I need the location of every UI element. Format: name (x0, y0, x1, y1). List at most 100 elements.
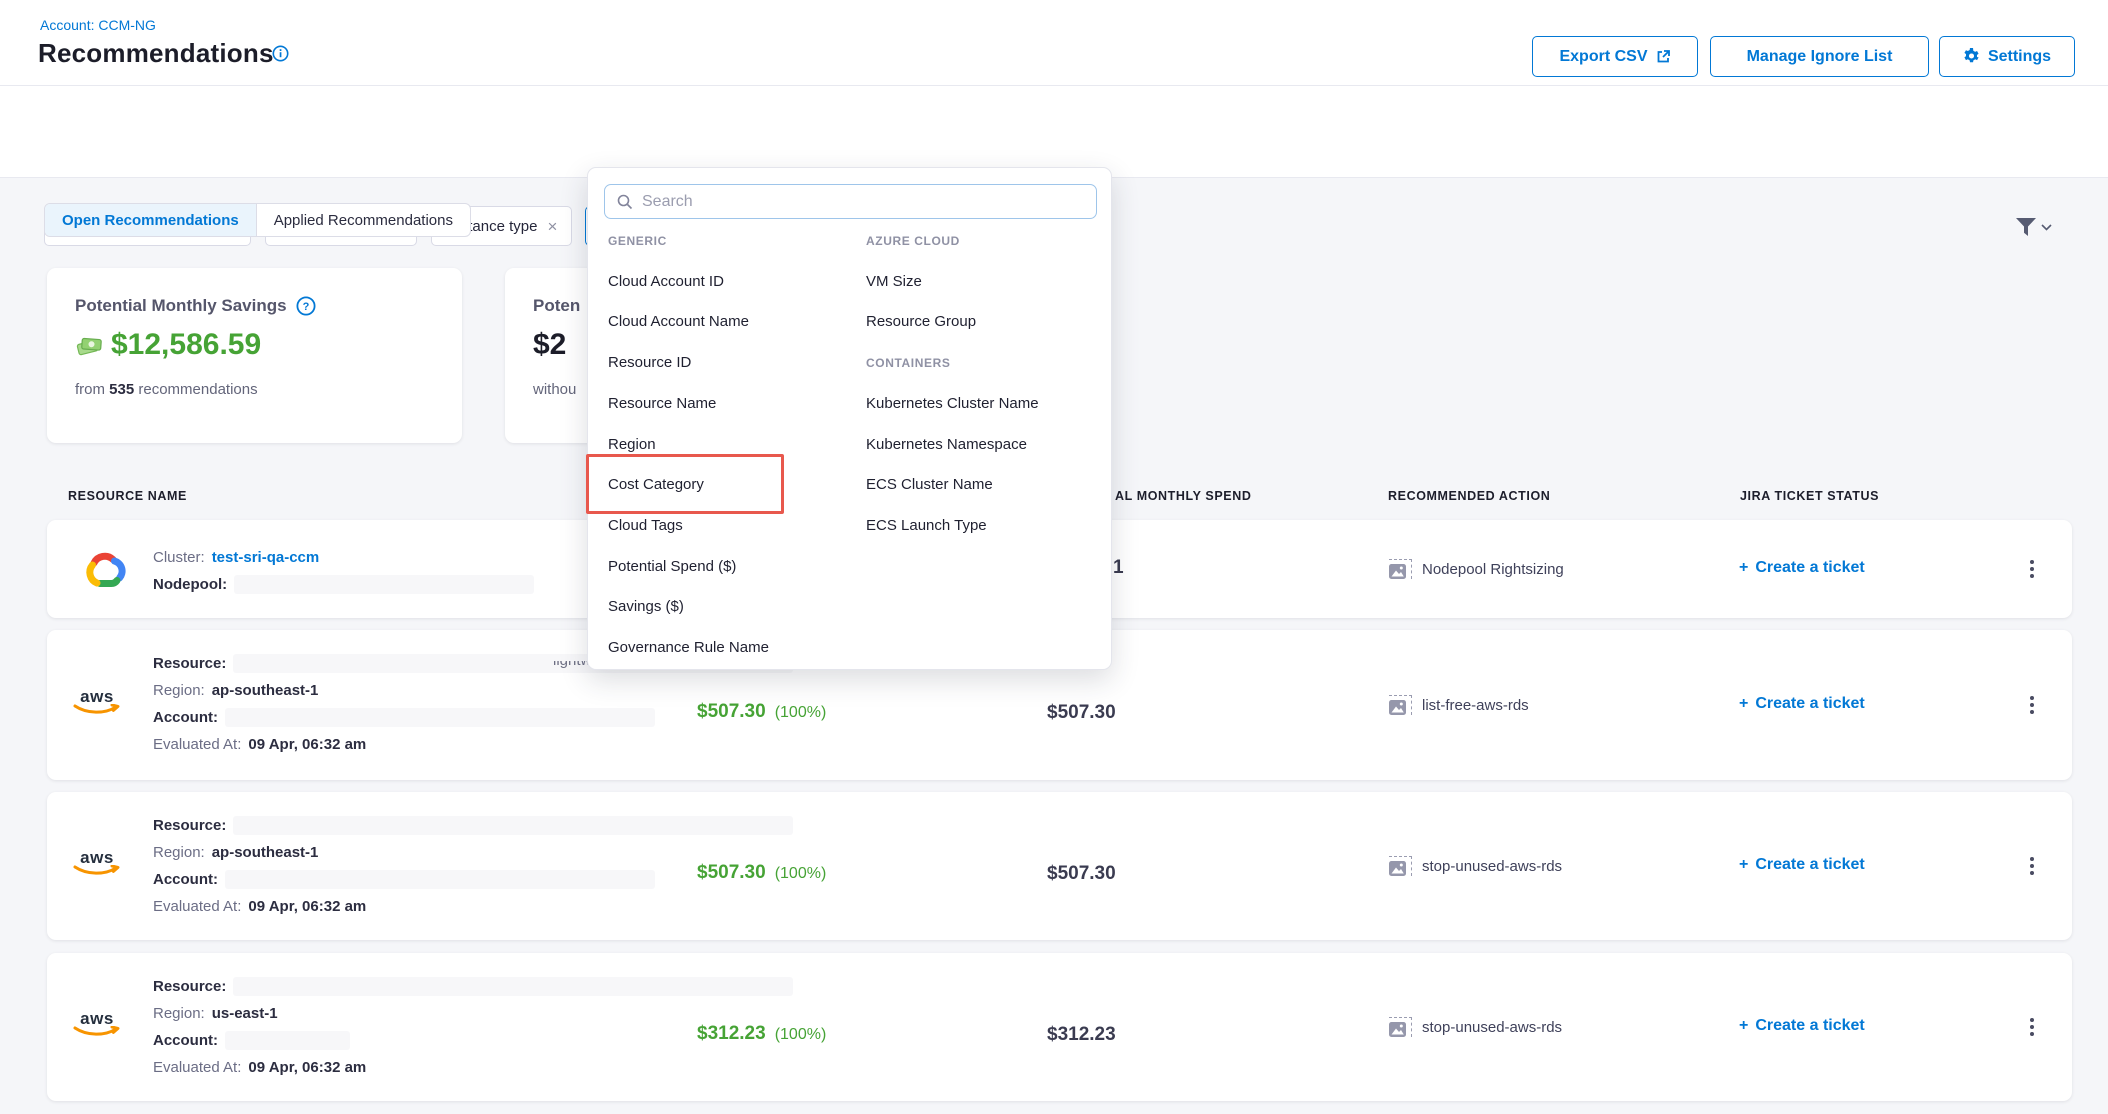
info-icon[interactable] (272, 45, 289, 62)
create-ticket-label: Create a ticket (1755, 1017, 1864, 1035)
dropdown-item-kubernetes-cluster-name[interactable]: Kubernetes Cluster Name (866, 383, 1096, 424)
close-icon[interactable]: × (547, 218, 557, 235)
resource-info-line: Evaluated At: 09 Apr, 06:32 am (153, 1057, 793, 1077)
recommended-action-label: list-free-aws-rds (1422, 697, 1529, 714)
field-label: Account: (153, 871, 218, 888)
dropdown-item-cloud-account-name[interactable]: Cloud Account Name (608, 301, 838, 342)
dropdown-item-cloud-tags[interactable]: Cloud Tags (608, 505, 838, 546)
resource-info-line: Resource: (153, 976, 793, 996)
dropdown-item-vm-size[interactable]: VM Size (866, 261, 1096, 302)
field-label: Region: (153, 1005, 205, 1022)
field-label: Account: (153, 709, 218, 726)
resource-link[interactable]: test-sri-qa-ccm (212, 549, 320, 566)
field-label: Region: (153, 682, 205, 699)
manage-ignore-list-button[interactable]: Manage Ignore List (1710, 36, 1929, 77)
resource-info-line: Region: ap-southeast-1 (153, 680, 793, 700)
dropdown-item-kubernetes-namespace[interactable]: Kubernetes Namespace (866, 424, 1096, 465)
recommended-action: list-free-aws-rds (1389, 695, 1529, 715)
table-row[interactable]: awsResource:Region:ap-southeast-1Account… (47, 792, 2072, 940)
export-csv-label: Export CSV (1559, 48, 1647, 66)
dropdown-item-savings-[interactable]: Savings ($) (608, 586, 838, 627)
row-menu-button[interactable] (2025, 857, 2039, 875)
recommended-action: stop-unused-aws-rds (1389, 1017, 1562, 1037)
recommended-action-label: stop-unused-aws-rds (1422, 858, 1562, 875)
breadcrumb-account-link[interactable]: Account: CCM-NG (40, 17, 156, 33)
question-circle-icon[interactable]: ? (296, 296, 316, 316)
column-header-recommended-action: RECOMMENDED ACTION (1388, 489, 1550, 503)
page-header: Account: CCM-NG Recommendations Export C… (0, 0, 2108, 86)
gear-icon (1963, 48, 1980, 65)
redacted-value (225, 708, 655, 727)
search-input[interactable] (642, 193, 1084, 211)
spend-card-value-partial: $2 (533, 328, 566, 362)
field-value: us-east-1 (212, 1005, 278, 1022)
create-ticket-link[interactable]: +Create a ticket (1739, 559, 1865, 577)
plus-icon: + (1739, 856, 1748, 874)
recommendation-type-icon (1389, 695, 1412, 715)
spend-card-subtext-partial: withou (533, 381, 576, 398)
table-row[interactable]: aws Resource: Region: us-east-1 Account: Eval… (47, 953, 2072, 1101)
recommendation-type-icon (1389, 856, 1412, 876)
dropdown-item-resource-id[interactable]: Resource ID (608, 342, 838, 383)
add-filter-dropdown: GENERICCloud Account IDCloud Account Nam… (587, 167, 1112, 670)
create-ticket-label: Create a ticket (1755, 856, 1864, 874)
filter-funnel-button[interactable] (2015, 217, 2052, 237)
aws-icon: aws (71, 850, 123, 877)
monthly-savings-value: $507.30(100%) (697, 862, 826, 884)
spend-card-title-partial: Poten (533, 296, 580, 316)
page-title: Recommendations (38, 38, 274, 69)
tab-open-recommendations[interactable]: Open Recommendations (45, 204, 257, 236)
chevron-down-icon (2041, 224, 2052, 231)
recommended-action-label: Nodepool Rightsizing (1422, 561, 1564, 578)
create-ticket-link[interactable]: +Create a ticket (1739, 1017, 1865, 1035)
funnel-icon (2015, 217, 2037, 237)
dropdown-item-potential-spend-[interactable]: Potential Spend ($) (608, 546, 838, 587)
create-ticket-link[interactable]: +Create a ticket (1739, 695, 1865, 713)
resource-info-line: Cluster:test-sri-qa-ccm (153, 547, 534, 567)
savings-amount: $312.23 (697, 1023, 766, 1045)
field-label: Account: (153, 1032, 218, 1049)
recommendation-type-icon (1389, 1017, 1412, 1037)
search-icon (617, 194, 633, 210)
field-label: Resource: (153, 978, 226, 995)
monthly-savings-value: $312.23(100%) (697, 1023, 826, 1045)
gcp-cloud-icon (81, 549, 127, 589)
aws-icon: aws (71, 1011, 123, 1038)
redacted-value (225, 1031, 350, 1050)
dropdown-item-ecs-cluster-name[interactable]: ECS Cluster Name (866, 464, 1096, 505)
dropdown-item-resource-name[interactable]: Resource Name (608, 383, 838, 424)
dropdown-section-azure-cloud: AZURE CLOUD (866, 220, 960, 261)
redacted-value (234, 575, 534, 594)
settings-button[interactable]: Settings (1939, 36, 2075, 77)
dropdown-item-ecs-launch-type[interactable]: ECS Launch Type (866, 505, 1096, 546)
create-ticket-link[interactable]: + Create a ticket (1739, 856, 1865, 874)
tab-applied-recommendations[interactable]: Applied Recommendations (257, 204, 470, 236)
redacted-value (225, 870, 655, 889)
field-value: ap-southeast-1 (212, 682, 319, 699)
dropdown-item-region[interactable]: Region (608, 424, 838, 465)
row-menu-button[interactable] (2025, 560, 2039, 578)
savings-percent: (100%) (775, 704, 827, 722)
settings-label: Settings (1988, 48, 2051, 66)
dropdown-search[interactable] (604, 184, 1097, 219)
column-header-monthly-spend-partial: AL MONTHLY SPEND (1115, 489, 1251, 503)
field-value: 09 Apr, 06:32 am (248, 898, 366, 915)
field-value: 09 Apr, 06:32 am (248, 1059, 366, 1076)
dropdown-item-cloud-account-id[interactable]: Cloud Account ID (608, 261, 838, 302)
savings-amount: $507.30 (697, 701, 766, 723)
field-label: Evaluated At: (153, 736, 241, 753)
dropdown-item-governance-rule-name[interactable]: Governance Rule Name (608, 627, 838, 668)
resource-info-line: Nodepool: (153, 574, 534, 594)
recommended-action: stop-unused-aws-rds (1389, 856, 1562, 876)
dropdown-item-resource-group[interactable]: Resource Group (866, 301, 1096, 342)
resource-info-line: Region: us-east-1 (153, 1003, 793, 1023)
field-label: Resource: (153, 817, 226, 834)
resource-info-line: Resource: (153, 815, 793, 835)
dropdown-item-cost-category[interactable]: Cost Category (608, 464, 838, 505)
row-menu-button[interactable] (2025, 696, 2039, 714)
export-csv-button[interactable]: Export CSV (1532, 36, 1698, 77)
redacted-value (233, 816, 793, 835)
savings-card-value: $12,586.59 (111, 328, 261, 362)
field-label: Evaluated At: (153, 1059, 241, 1076)
row-menu-button[interactable] (2025, 1018, 2039, 1036)
